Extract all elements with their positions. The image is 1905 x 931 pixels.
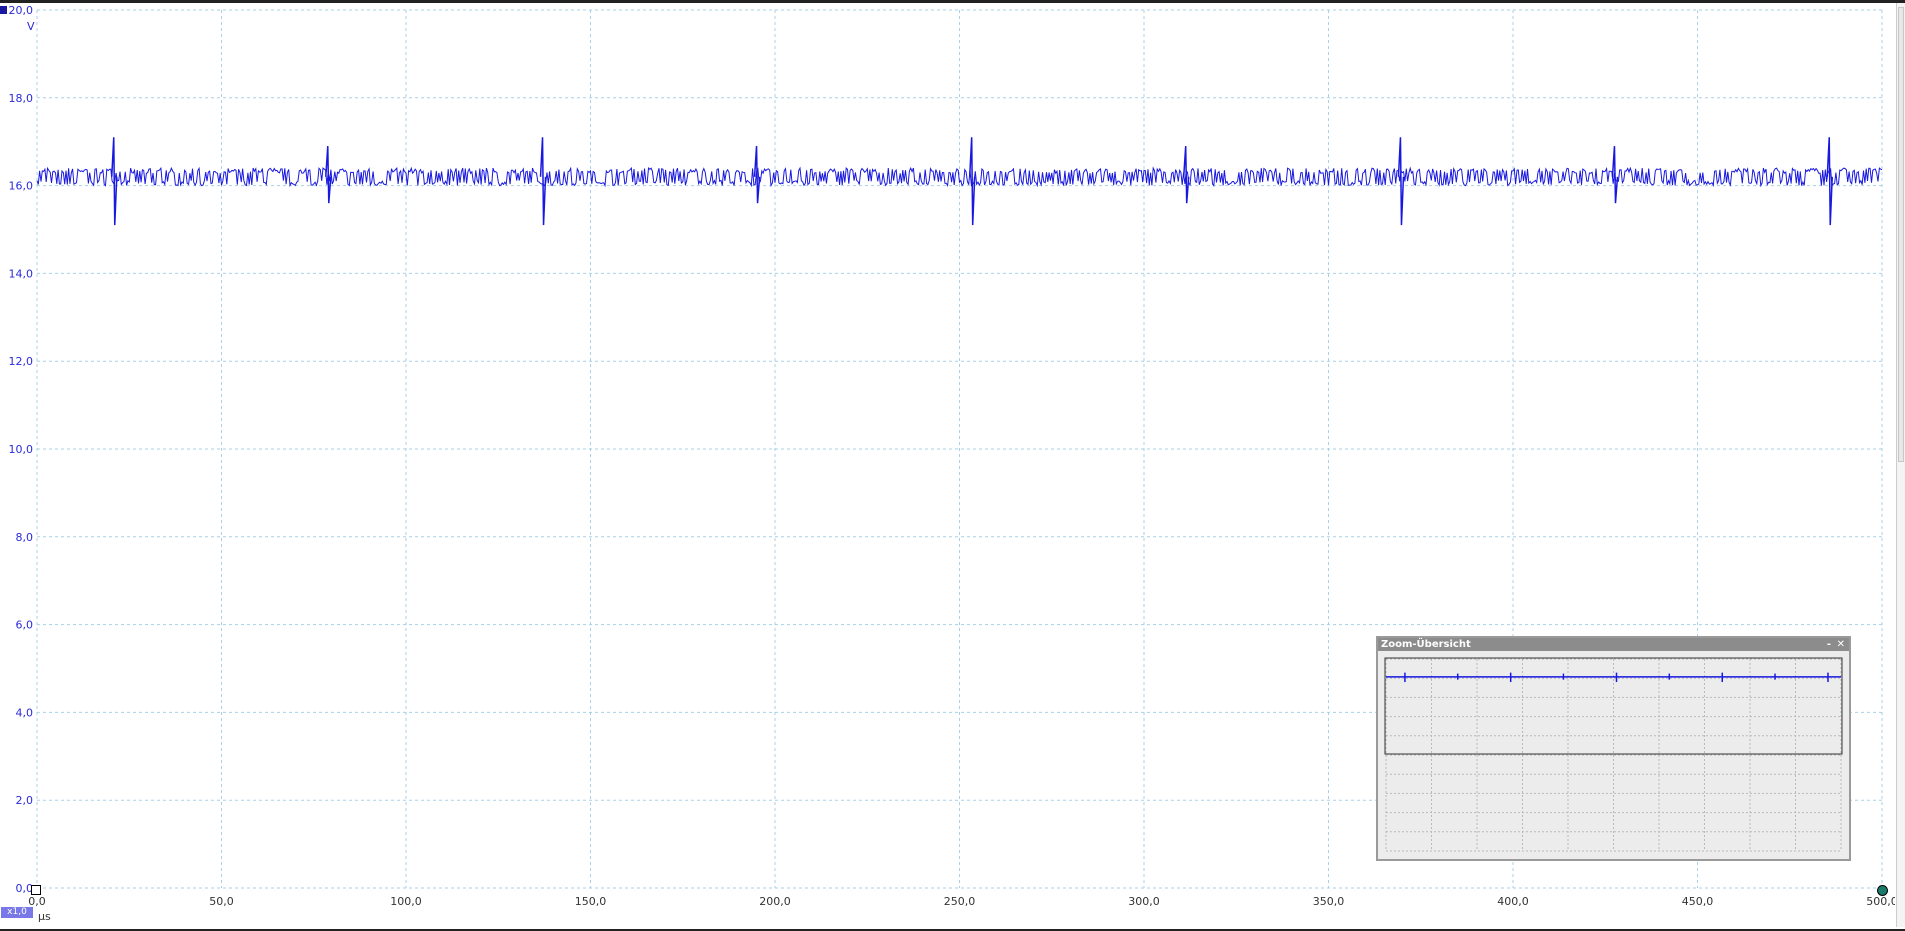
zoom-overview-title: Zoom-Übersicht — [1381, 639, 1471, 650]
y-tick-label: 2,0 — [16, 794, 34, 807]
x-tick-label: 450,0 — [1682, 895, 1714, 908]
channel-a-badge[interactable] — [0, 6, 7, 14]
zoom-overview-header[interactable]: Zoom-Übersicht - ✕ — [1378, 638, 1849, 651]
minimize-icon[interactable]: - — [1827, 638, 1831, 651]
x-tick-label: 150,0 — [575, 895, 607, 908]
x-tick-label: 300,0 — [1128, 895, 1160, 908]
y-tick-label: 16,0 — [9, 180, 34, 193]
scrollbar-thumb[interactable] — [1898, 7, 1904, 462]
x-tick-label: 350,0 — [1313, 895, 1345, 908]
x-unit-label: µs — [38, 910, 51, 923]
close-icon[interactable]: ✕ — [1837, 638, 1845, 651]
zoom-overview-plot[interactable] — [1384, 657, 1843, 853]
trigger-marker-icon[interactable] — [1877, 885, 1888, 896]
y-tick-label: 14,0 — [9, 267, 34, 280]
zoom-overview-panel[interactable]: Zoom-Übersicht - ✕ — [1376, 636, 1851, 861]
trace-spike — [539, 137, 547, 226]
ruler-handle-icon[interactable] — [31, 885, 41, 895]
x-tick-label: 50,0 — [209, 895, 234, 908]
y-tick-label: 4,0 — [16, 706, 34, 719]
x-tick-label: 200,0 — [759, 895, 791, 908]
trace-spike — [1611, 146, 1619, 204]
y-unit-label: V — [27, 20, 35, 33]
trace-series — [36, 166, 1883, 188]
x-tick-label: 250,0 — [944, 895, 976, 908]
y-tick-label: 10,0 — [9, 443, 34, 456]
y-tick-label: 8,0 — [16, 531, 34, 544]
y-tick-label: 18,0 — [9, 92, 34, 105]
vertical-scrollbar[interactable] — [1896, 3, 1905, 927]
x-tick-label: 500,0 — [1866, 895, 1895, 908]
x-tick-label: 100,0 — [390, 895, 422, 908]
trace-spike — [968, 137, 976, 226]
y-tick-label: 6,0 — [16, 619, 34, 632]
x-tick-label: 400,0 — [1497, 895, 1529, 908]
trace-spike — [1826, 137, 1833, 226]
zoom-factor-badge[interactable]: x1,0 — [1, 907, 33, 918]
y-tick-label: 12,0 — [9, 355, 34, 368]
y-tick-label: 20,0 — [9, 4, 34, 17]
